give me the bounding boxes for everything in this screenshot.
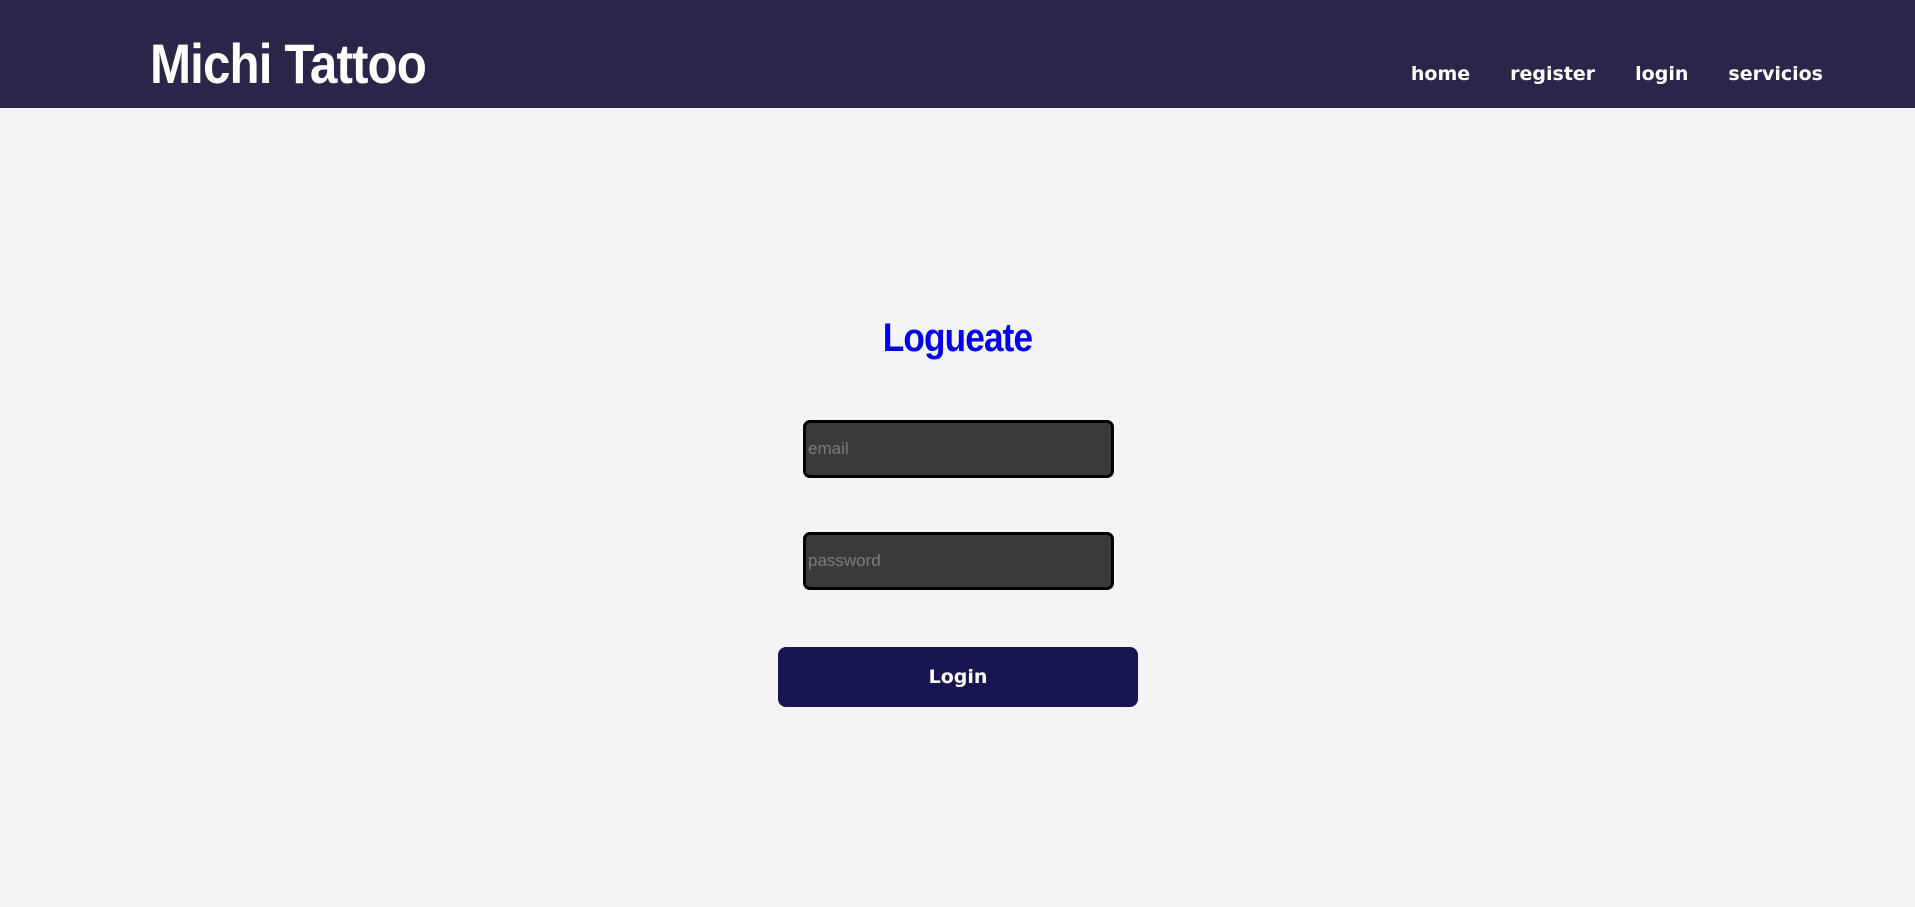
brand-logo-text[interactable]: Michi Tattoo — [150, 32, 427, 96]
nav-link-home[interactable]: home — [1411, 60, 1470, 88]
password-input[interactable] — [803, 532, 1114, 590]
login-button[interactable]: Login — [778, 647, 1138, 707]
login-title: Logueate — [882, 316, 1033, 360]
navbar: Michi Tattoo home register login servici… — [0, 0, 1915, 108]
nav-links: home register login servicios — [1411, 60, 1823, 88]
email-input[interactable] — [803, 420, 1114, 478]
nav-link-servicios[interactable]: servicios — [1728, 60, 1823, 88]
nav-link-login[interactable]: login — [1635, 60, 1688, 88]
nav-link-register[interactable]: register — [1510, 60, 1595, 88]
